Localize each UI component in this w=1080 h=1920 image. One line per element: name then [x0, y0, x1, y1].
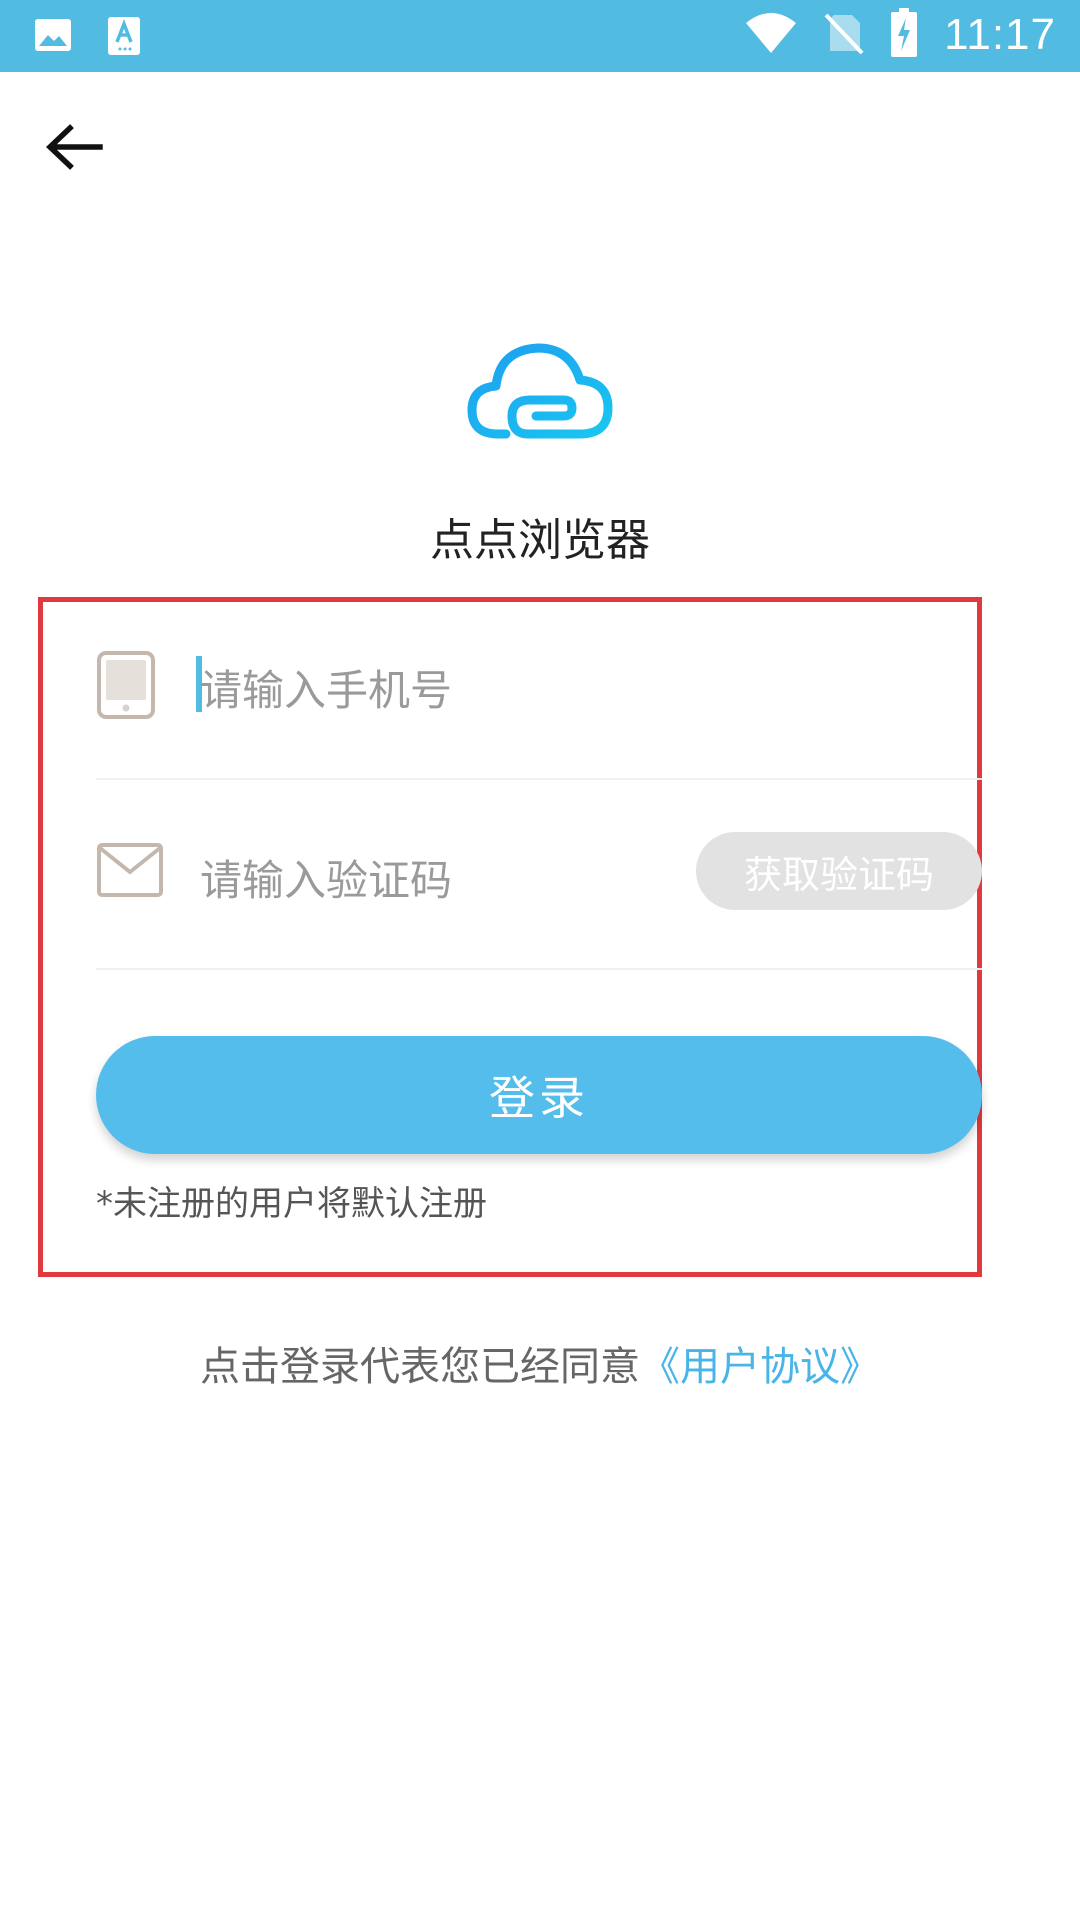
text-notification-icon: [106, 16, 142, 60]
divider: [96, 778, 982, 780]
no-sim-icon: [824, 11, 864, 59]
phone-row: [96, 600, 982, 780]
image-notification-icon: [34, 16, 72, 60]
code-input[interactable]: [200, 845, 680, 915]
battery-charging-icon: [890, 8, 918, 62]
app-name: 点点浏览器: [430, 515, 650, 566]
register-note: *未注册的用户将默认注册: [96, 1184, 487, 1224]
system-status-icons: 11:17: [744, 8, 1056, 62]
wifi-icon: [744, 11, 798, 59]
user-agreement-link[interactable]: 《用户协议》: [640, 1344, 880, 1390]
cloud-logo-icon: [460, 343, 620, 454]
login-page: 11:17 点点浏览器 请输入手机号 请输入验证码 获取验证码 登录 *未注册的…: [0, 0, 1080, 1920]
app-logo: [460, 330, 620, 450]
back-button[interactable]: [38, 112, 110, 184]
login-button[interactable]: 登录: [96, 1036, 982, 1154]
phone-icon: [96, 650, 156, 724]
status-time: 11:17: [944, 10, 1056, 59]
phone-input[interactable]: [200, 655, 680, 725]
agreement-text: 点击登录代表您已经同意《用户协议》: [0, 1334, 1080, 1392]
code-row: 获取验证码: [96, 790, 982, 970]
get-code-button[interactable]: 获取验证码: [696, 832, 982, 910]
envelope-icon: [96, 840, 164, 904]
arrow-left-icon: [38, 124, 110, 188]
agreement-prefix: 点击登录代表您已经同意: [200, 1344, 640, 1390]
divider: [96, 968, 982, 970]
notification-icons: [34, 16, 142, 60]
status-bar: 11:17: [0, 0, 1080, 72]
